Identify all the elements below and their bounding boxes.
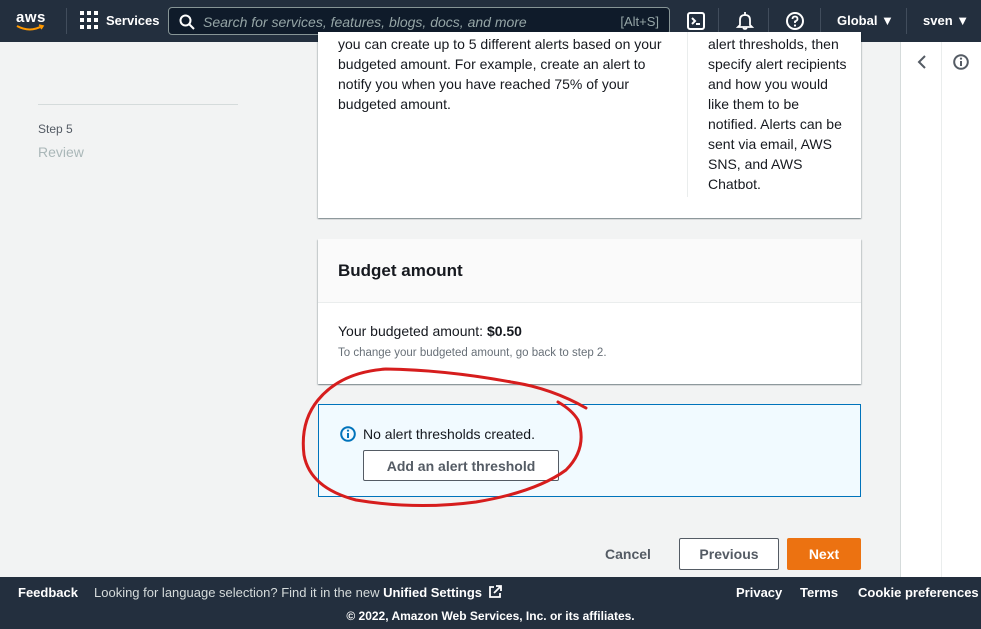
alerts-help-text: alert thresholds, then specify alert rec… — [708, 36, 847, 192]
search-placeholder: Search for services, features, blogs, do… — [203, 14, 527, 30]
grid-icon — [80, 11, 98, 29]
configure-alerts-card: you can create up to 5 different alerts … — [318, 32, 861, 218]
copyright: © 2022, Amazon Web Services, Inc. or its… — [346, 609, 635, 623]
unified-settings-link[interactable]: Unified Settings — [383, 585, 482, 600]
bell-icon[interactable] — [735, 11, 755, 31]
nav-divider — [718, 8, 719, 34]
info-panel-icon[interactable] — [953, 54, 969, 70]
nav-divider — [768, 8, 769, 34]
step-number: Step 5 — [38, 122, 73, 136]
chevron-left-icon[interactable] — [915, 54, 929, 70]
previous-button[interactable]: Previous — [679, 538, 779, 570]
feedback-link[interactable]: Feedback — [18, 585, 78, 600]
info-icon — [340, 426, 356, 442]
search-icon — [179, 14, 195, 30]
rail-divider — [941, 42, 942, 577]
region-selector[interactable]: Global ▼ — [837, 13, 894, 28]
services-label: Services — [106, 12, 160, 28]
step-review-link[interactable]: Review — [38, 144, 84, 160]
help-icon[interactable] — [785, 11, 805, 31]
external-link-icon — [488, 585, 502, 598]
nav-divider — [66, 8, 67, 34]
services-menu-button[interactable]: Services — [80, 11, 160, 29]
next-button[interactable]: Next — [787, 538, 861, 570]
right-tools-rail — [900, 42, 981, 577]
nav-divider — [906, 8, 907, 34]
cancel-button[interactable]: Cancel — [596, 538, 660, 570]
budget-amount-hint: To change your budgeted amount, go back … — [338, 347, 607, 359]
search-shortcut: [Alt+S] — [620, 14, 659, 29]
aws-logo[interactable]: aws — [14, 9, 50, 33]
cookie-preferences-link[interactable]: Cookie preferences — [858, 585, 979, 600]
search-input[interactable]: Search for services, features, blogs, do… — [168, 7, 670, 35]
alerts-description-text: you can create up to 5 different alerts … — [338, 36, 662, 112]
budget-amount-row: Your budgeted amount: $0.50 — [338, 323, 522, 339]
aws-smile-icon — [16, 24, 45, 31]
no-thresholds-alert: No alert thresholds created. Add an aler… — [318, 404, 861, 497]
privacy-link[interactable]: Privacy — [736, 585, 782, 600]
budget-amount-value: $0.50 — [486, 323, 522, 339]
nav-divider — [820, 8, 821, 34]
language-notice-text: Looking for language selection? Find it … — [94, 585, 384, 600]
step-divider — [38, 104, 238, 105]
footer: Feedback Looking for language selection?… — [0, 577, 981, 629]
wizard-steps-panel: Step 5 Review — [0, 42, 300, 577]
no-thresholds-message: No alert thresholds created. — [363, 426, 535, 442]
budget-amount-card: Budget amount Your budgeted amount: $0.5… — [318, 239, 861, 384]
language-notice: Looking for language selection? Find it … — [94, 585, 502, 600]
budget-amount-label: Your budgeted amount: — [338, 323, 487, 339]
budget-amount-header: Budget amount — [318, 239, 861, 303]
budget-amount-title: Budget amount — [338, 261, 463, 280]
add-alert-threshold-button[interactable]: Add an alert threshold — [363, 450, 559, 481]
account-menu[interactable]: sven ▼ — [923, 13, 969, 28]
terms-link[interactable]: Terms — [800, 585, 838, 600]
cloudshell-icon[interactable] — [686, 11, 706, 31]
column-divider — [687, 32, 688, 197]
